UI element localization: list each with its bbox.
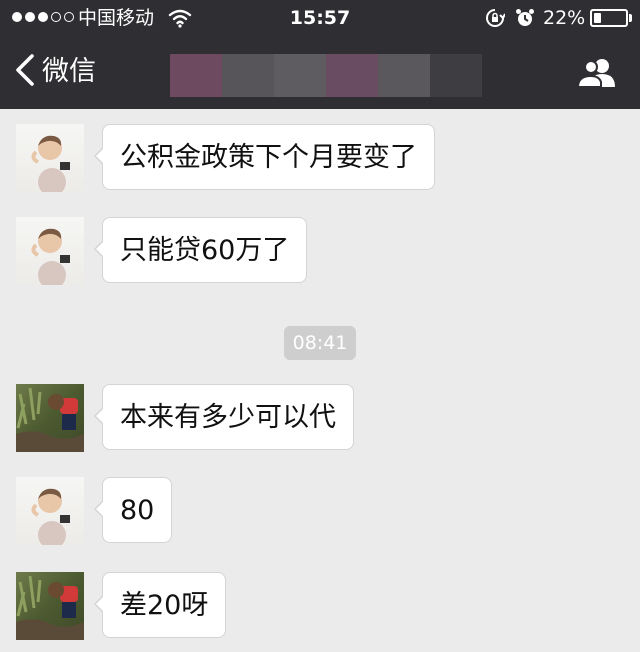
pixel-block [170,54,222,97]
avatar[interactable] [16,477,84,545]
contacts-button[interactable] [576,56,619,92]
message-row: 本来有多少可以代 [16,384,354,452]
chat-title-pixelated [170,54,482,97]
message-bubble[interactable]: 只能贷60万了 [93,217,308,283]
back-button[interactable]: 微信 [14,52,96,92]
message-bubble[interactable]: 公积金政策下个月要变了 [94,124,435,190]
avatar[interactable] [16,124,84,192]
pixel-block [430,54,482,97]
pixel-block [274,54,326,97]
message-row: 公积金政策下个月要变了 [16,124,435,192]
message-row: 只能贷60万了 [16,217,308,285]
avatar[interactable] [16,572,84,640]
chevron-left-icon [14,53,36,91]
pixel-block [378,54,430,97]
status-bar: 中国移动 15:57 22% [0,0,640,36]
message-bubble[interactable]: 本来有多少可以代 [94,384,354,450]
alarm-clock-icon [515,8,535,32]
pixel-block [326,54,378,97]
message-row: 差20呀 [16,572,227,640]
message-bubble[interactable]: 80 [93,477,173,543]
rotation-lock-icon [485,8,506,32]
battery-fill [594,13,601,23]
battery-cap [629,14,632,22]
avatar[interactable] [16,384,84,452]
battery-icon [590,9,628,27]
back-label: 微信 [42,56,96,87]
pixel-block [222,54,274,97]
contacts-icon [576,59,619,92]
message-bubble[interactable]: 差20呀 [93,572,227,638]
avatar[interactable] [16,217,84,285]
timestamp: 08:41 [284,326,356,360]
message-row: 80 [16,477,173,545]
nav-bar: 微信 [0,36,640,109]
battery-percent: 22% [543,7,586,29]
